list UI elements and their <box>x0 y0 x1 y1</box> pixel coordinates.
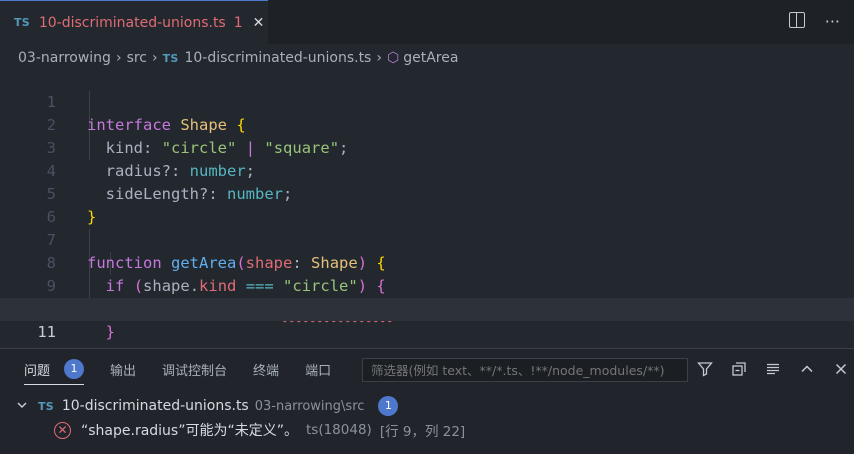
chevron-right-icon: › <box>376 50 382 66</box>
editor-tab-bar: TS 10-discriminated-unions.ts 1 ✕ ··· <box>0 0 854 44</box>
problem-file-path: 03-narrowing\src <box>254 398 365 414</box>
tab-label: 输出 <box>110 363 137 379</box>
breadcrumb-subfolder[interactable]: src <box>127 50 147 66</box>
code-line: 2 kind: "circle" | "square"; <box>0 91 854 157</box>
close-panel-icon[interactable] <box>832 359 850 379</box>
typescript-file-icon: TS <box>14 16 30 29</box>
tab-debug-console[interactable]: 调试控制台 <box>162 349 227 389</box>
editor-actions: ··· <box>788 12 840 31</box>
tab-label: 端口 <box>305 363 332 379</box>
tab-title: 10-discriminated-unions.ts <box>38 14 226 31</box>
code-text: } <box>105 323 116 341</box>
problems-count-badge: 1 <box>64 359 85 379</box>
breadcrumb-folder[interactable]: 03-narrowing <box>18 50 111 66</box>
line-number: 11 <box>37 323 56 341</box>
problems-panel: 问题 1 输出 调试控制台 终端 端口 TS 10-discriminat <box>0 348 854 454</box>
close-tab-icon[interactable]: ✕ <box>253 15 265 31</box>
problem-location: [行 9，列 22] <box>379 424 466 440</box>
problem-file-group[interactable]: TS 10-discriminated-unions.ts 03-narrowi… <box>16 395 399 417</box>
error-icon: ✕ <box>54 421 71 439</box>
more-actions-icon[interactable]: ··· <box>825 12 840 31</box>
tab-problems[interactable]: 问题 1 <box>24 349 85 389</box>
tab-output[interactable]: 输出 <box>110 349 136 389</box>
code-line: 4 sideLength?: number; <box>0 137 854 203</box>
problem-file-name: 10-discriminated-unions.ts <box>61 398 249 414</box>
panel-actions <box>696 359 850 379</box>
chevron-down-icon[interactable] <box>16 399 28 414</box>
tab-label: 调试控制台 <box>162 363 228 379</box>
filter-text-field[interactable] <box>371 362 671 378</box>
typescript-file-icon: TS <box>38 399 54 413</box>
code-line: 7 function getArea(shape: Shape) { <box>0 206 854 272</box>
chevron-right-icon: › <box>152 50 158 66</box>
problem-message: “shape.radius”可能为“未定义”。 <box>81 423 298 439</box>
problem-file-count-badge: 1 <box>378 396 399 416</box>
tab-ports[interactable]: 端口 <box>305 349 331 389</box>
code-line: 5 } <box>0 160 854 226</box>
panel-tabs: 问题 1 输出 调试控制台 终端 端口 <box>24 349 331 389</box>
tab-label: 终端 <box>253 363 280 379</box>
code-line: 8 if (shape.kind === "circle") { <box>0 229 854 295</box>
problems-filter-input[interactable] <box>362 358 688 382</box>
breadcrumb-symbol[interactable]: getArea <box>403 50 458 66</box>
editor-tab-active[interactable]: TS 10-discriminated-unions.ts 1 ✕ <box>0 0 268 44</box>
tab-terminal[interactable]: 终端 <box>253 349 279 389</box>
code-editor[interactable]: 1 interface Shape { 2 kind: "circle" | "… <box>0 68 854 364</box>
code-line: 6 <box>0 183 854 226</box>
problem-source: ts(18048) <box>306 422 372 438</box>
breadcrumb: 03-narrowing › src › TS 10-discriminated… <box>18 47 458 69</box>
split-editor-icon[interactable] <box>788 12 805 28</box>
tab-label: 问题 <box>24 363 51 379</box>
code-line-current: 11 } <box>0 298 854 364</box>
tab-error-count: 1 <box>233 14 243 31</box>
method-cube-icon: ⬡ <box>386 50 400 66</box>
code-line: 3 radius?: number; <box>0 114 854 180</box>
code-line: 1 interface Shape { <box>0 68 854 134</box>
collapse-all-icon[interactable] <box>730 359 748 379</box>
code-line: 10 } <box>0 275 854 341</box>
chevron-right-icon: › <box>115 50 122 66</box>
filter-funnel-icon[interactable] <box>696 359 714 379</box>
typescript-file-icon: TS <box>162 51 179 65</box>
breadcrumb-file[interactable]: 10-discriminated-unions.ts <box>184 50 371 66</box>
maximize-panel-icon[interactable] <box>798 359 816 379</box>
view-as-list-icon[interactable] <box>764 359 782 379</box>
problem-item[interactable]: ✕ “shape.radius”可能为“未定义”。 ts(18048) [行 9… <box>54 419 465 441</box>
code-line: 9 return Math.PI * shape.radius ** 2; <box>0 252 854 318</box>
